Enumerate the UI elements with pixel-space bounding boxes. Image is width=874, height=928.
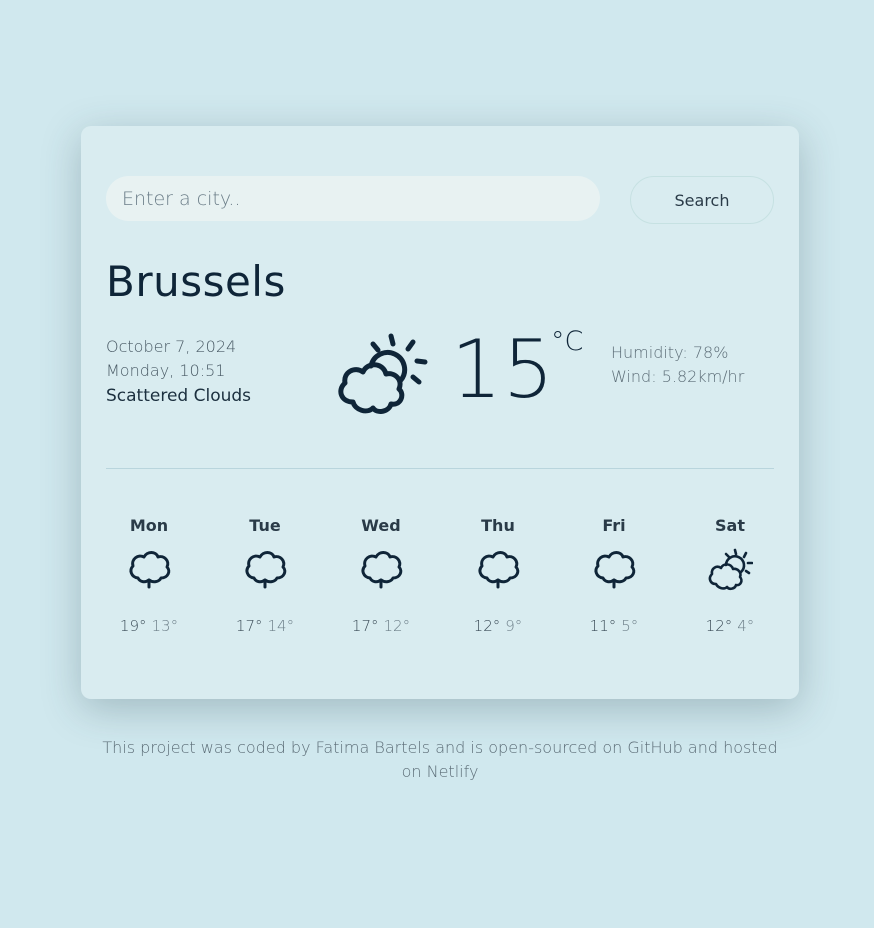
forecast-min-temp: 14° bbox=[267, 617, 295, 635]
forecast-row: Mon 19° 13° Tue 17° 14° Wed 17° 12° Thu … bbox=[81, 514, 799, 654]
forecast-min-temp: 5° bbox=[621, 617, 639, 635]
forecast-day-name: Thu bbox=[481, 516, 515, 535]
forecast-temps: 17° 14° bbox=[210, 616, 320, 636]
forecast-max-temp: 17° bbox=[351, 617, 379, 635]
forecast-max-temp: 12° bbox=[473, 617, 501, 635]
forecast-temps: 12° 4° bbox=[675, 616, 785, 636]
forecast-max-temp: 19° bbox=[119, 617, 147, 635]
forecast-max-temp: 11° bbox=[589, 617, 617, 635]
temperature-unit: °C bbox=[551, 326, 584, 357]
forecast-day: Mon 19° 13° bbox=[94, 514, 204, 636]
forecast-min-temp: 4° bbox=[737, 617, 755, 635]
partly-cloudy-icon bbox=[338, 333, 428, 414]
weather-card: Search Brussels October 7, 2024 Monday, … bbox=[81, 126, 799, 699]
forecast-temps: 19° 13° bbox=[94, 616, 204, 636]
forecast-temps: 12° 9° bbox=[443, 616, 553, 636]
cloud-icon bbox=[594, 551, 636, 589]
forecast-day: Tue 17° 14° bbox=[210, 514, 320, 636]
forecast-day-name: Wed bbox=[361, 516, 401, 535]
forecast-temps: 11° 5° bbox=[559, 616, 669, 636]
footer-credits: This project was coded by Fatima Bartels… bbox=[102, 738, 778, 781]
current-temperature: 15 bbox=[451, 323, 555, 416]
cloud-icon bbox=[361, 551, 403, 589]
forecast-day: Thu 12° 9° bbox=[443, 514, 553, 636]
forecast-min-temp: 9° bbox=[505, 617, 523, 635]
forecast-min-temp: 12° bbox=[383, 617, 411, 635]
current-date: October 7, 2024 bbox=[106, 337, 237, 356]
divider bbox=[106, 468, 774, 469]
forecast-day-name: Fri bbox=[602, 516, 626, 535]
forecast-max-temp: 12° bbox=[705, 617, 733, 635]
forecast-day-name: Sat bbox=[715, 516, 745, 535]
current-day-time: Monday, 10:51 bbox=[106, 361, 226, 380]
weather-description: Scattered Clouds bbox=[106, 386, 252, 406]
city-search-input[interactable] bbox=[106, 176, 600, 221]
forecast-day: Fri 11° 5° bbox=[559, 514, 669, 636]
forecast-day: Sat 12° 4° bbox=[675, 514, 785, 636]
cloud-icon bbox=[245, 551, 287, 589]
forecast-max-temp: 17° bbox=[235, 617, 263, 635]
search-button[interactable]: Search bbox=[630, 176, 774, 224]
forecast-day-name: Tue bbox=[249, 516, 281, 535]
partly-cloudy-icon bbox=[708, 548, 753, 591]
forecast-min-temp: 13° bbox=[151, 617, 179, 635]
forecast-temps: 17° 12° bbox=[326, 616, 436, 636]
cloud-icon bbox=[478, 551, 520, 589]
city-name: Brussels bbox=[106, 257, 286, 306]
forecast-day: Wed 17° 12° bbox=[326, 514, 436, 636]
humidity-value: Humidity: 78% bbox=[611, 343, 729, 362]
cloud-icon bbox=[129, 551, 171, 589]
forecast-day-name: Mon bbox=[129, 516, 169, 535]
wind-value: Wind: 5.82km/hr bbox=[611, 367, 745, 386]
